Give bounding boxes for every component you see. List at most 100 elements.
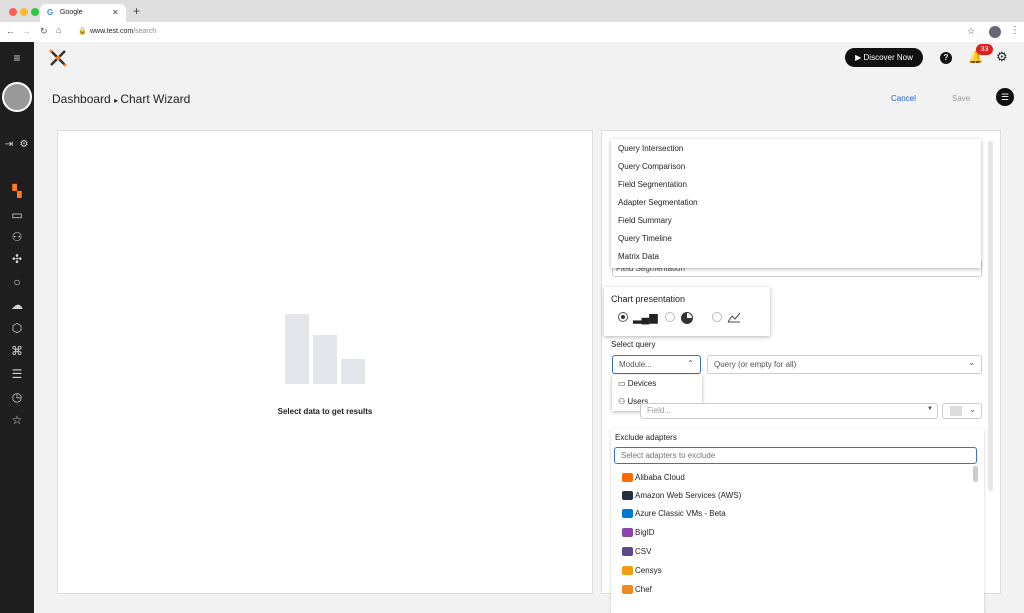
menu-item-field-segmentation[interactable]: Field Segmentation [611,176,981,194]
enforcement-icon[interactable]: ☆ [9,413,25,427]
chevron-down-icon: ⌄ [968,358,975,367]
users-icon: ⚇ [618,397,628,406]
page-header: Dashboard ▸ Chart Wizard Cancel Save ☰ [34,80,1024,118]
logout-icon[interactable]: ⇥ [3,138,15,152]
adapters-icon[interactable]: ⌘ [9,344,25,358]
play-icon: ▶ [855,53,864,62]
radio-line[interactable] [712,312,722,322]
radio-pie[interactable] [665,312,675,322]
app-logo[interactable] [49,49,67,67]
search-icon[interactable]: ○ [9,275,25,289]
reports-icon[interactable]: ☰ [9,367,25,381]
menu-item-query-intersection[interactable]: Query Intersection [611,140,981,158]
user-avatar[interactable] [2,82,32,112]
devices-icon[interactable]: ▭ [9,208,25,222]
notification-badge: 33 [976,44,993,55]
line-chart-icon [727,312,741,323]
chart-type-menu: Query Intersection Query Comparison Fiel… [611,139,981,268]
aws-icon [622,491,633,500]
exclude-adapters-input[interactable] [614,447,977,464]
panel-scrollbar[interactable] [988,141,993,491]
browser-chrome: G Google ✕ + ← → ↻ ⌂ 🔒 www.test.com/sear… [0,0,1024,42]
breadcrumb: Dashboard ▸ Chart Wizard [52,92,190,106]
exclude-adapters-label: Exclude adapters [615,433,677,442]
devices-icon: ▭ [618,379,628,388]
google-icon: G [47,8,54,17]
tab-title: Google [60,9,83,16]
cancel-button[interactable]: Cancel [891,94,916,103]
lock-icon: 🔒 [78,28,87,35]
adapter-option[interactable]: Amazon Web Services (AWS) [615,486,969,505]
empty-state-text: Select data to get results [277,407,373,416]
breadcrumb-dashboard[interactable]: Dashboard [52,92,111,106]
adapter-list-scrollbar[interactable] [973,466,978,482]
module-select[interactable]: Module... ⌃ [612,355,701,374]
placeholder-bar-3 [341,359,365,384]
close-window-icon[interactable] [9,8,17,16]
back-icon[interactable]: ← [6,26,15,36]
adapter-option[interactable]: BigID [615,523,969,542]
save-button[interactable]: Save [952,94,970,103]
address-bar-row: ← → ↻ ⌂ 🔒 www.test.com/search ☆ ⋮ [0,22,1024,42]
discover-now-button[interactable]: ▶ Discover Now [845,48,923,67]
adapter-option[interactable]: CSV [615,542,969,561]
close-tab-icon[interactable]: ✕ [112,8,119,17]
forward-icon[interactable]: → [22,26,31,36]
users-icon[interactable]: ⚇ [9,230,25,244]
browser-menu-icon[interactable]: ⋮ [1010,25,1020,36]
help-icon[interactable]: ? [940,52,952,64]
home-icon[interactable]: ⌂ [56,25,61,35]
adapter-option[interactable]: Azure Classic VMs - Beta [615,504,969,523]
chef-icon [622,585,633,594]
menu-item-query-timeline[interactable]: Query Timeline [611,230,981,248]
menu-item-devices[interactable]: ▭ Devices [618,379,656,388]
new-tab-icon[interactable]: + [133,4,140,18]
menu-icon[interactable]: ≡ [9,51,25,65]
azure-icon [622,509,633,518]
dashboard-icon[interactable]: ▚ [9,184,25,198]
bar-chart-icon: ▂▄▆ [633,312,658,324]
placeholder-bar-1 [285,314,309,384]
gear-icon[interactable]: ⚙ [996,49,1008,65]
bigid-icon [622,528,633,537]
chevron-down-icon: ⌄ [969,405,976,414]
alibaba-cloud-icon [622,473,633,482]
reload-icon[interactable]: ↻ [40,26,48,37]
adapter-option[interactable]: Alibaba Cloud [615,468,969,487]
minimize-window-icon[interactable] [20,8,28,16]
color-select[interactable]: ⌄ [942,403,982,419]
menu-item-adapter-segmentation[interactable]: Adapter Segmentation [611,194,981,212]
radio-bar[interactable] [618,312,628,322]
browser-tab[interactable]: G Google ✕ [40,4,126,22]
left-nav-rail: ≡ ⇥ ⚙ ▚ ▭ ⚇ ✣ ○ ☁ ⬡ ⌘ ☰ ◷ ☆ [0,42,34,613]
history-icon[interactable]: ◷ [9,390,25,404]
exclude-adapters-box: Exclude adapters Alibaba Cloud Amazon We… [611,429,984,613]
pie-chart-icon [681,312,693,324]
list-menu-icon[interactable]: ☰ [996,88,1014,106]
field-select[interactable]: Field... ▼ [640,403,938,419]
menu-item-matrix-data[interactable]: Matrix Data [611,248,981,266]
placeholder-bar-2 [313,335,337,384]
maximize-window-icon[interactable] [31,8,39,16]
chart-presentation-title: Chart presentation [611,294,686,304]
app-header: ▶ Discover Now ? 🔔 33 ⚙ [34,42,1024,80]
chevron-down-icon: ▼ [927,406,933,412]
chart-preview-panel: Select data to get results [57,130,593,594]
profile-avatar[interactable] [989,26,1001,38]
menu-item-query-comparison[interactable]: Query Comparison [611,158,981,176]
chevron-up-icon: ⌃ [687,359,694,368]
censys-icon [622,566,633,575]
adapter-option[interactable]: Censys [615,561,969,580]
query-select[interactable]: Query (or empty for all) ⌄ [707,355,982,374]
chart-presentation-box: Chart presentation ▂▄▆ [604,287,770,336]
url-field[interactable]: www.test.com/search [90,28,156,35]
menu-item-field-summary[interactable]: Field Summary [611,212,981,230]
settings-small-icon[interactable]: ⚙ [18,138,30,152]
compliance-icon[interactable]: ⬡ [9,321,25,335]
page-title: Chart Wizard [120,92,191,106]
bookmark-star-icon[interactable]: ☆ [967,26,975,37]
adapter-option[interactable]: Chef [615,580,969,599]
vulnerabilities-icon[interactable]: ✣ [9,252,25,266]
cloud-icon[interactable]: ☁ [9,298,25,312]
select-query-label: Select query [611,340,656,349]
